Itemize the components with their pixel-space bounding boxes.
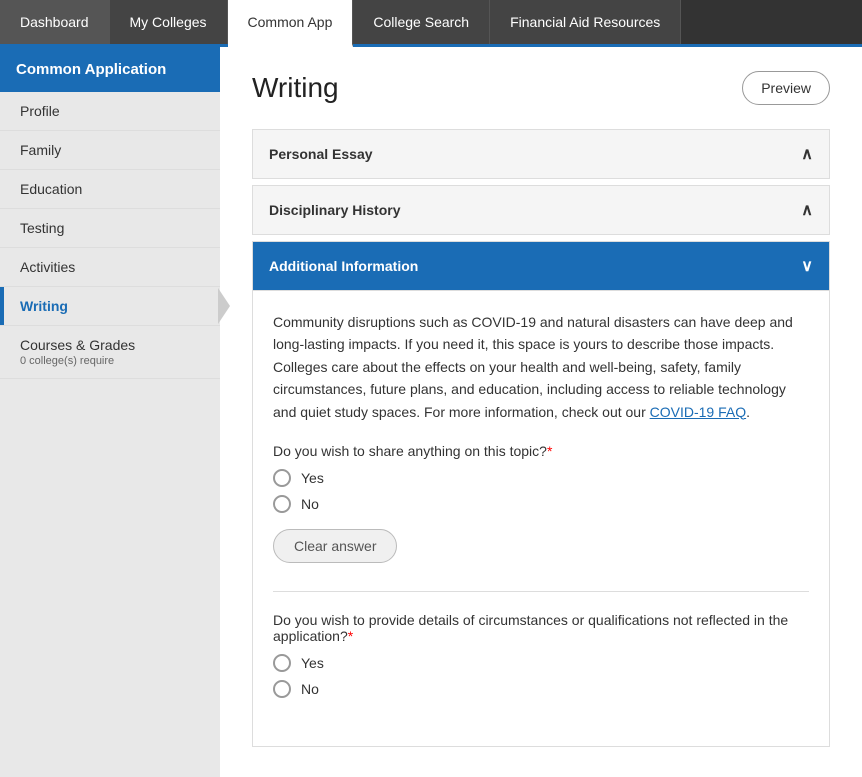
question-block-2: Do you wish to provide details of circum… [273, 612, 809, 698]
divider [273, 591, 809, 592]
radio-circle-yes-1 [273, 469, 291, 487]
tab-college-search[interactable]: College Search [353, 0, 490, 44]
clear-answer-button-1[interactable]: Clear answer [273, 529, 397, 563]
courses-grades-sub: 0 college(s) require [20, 355, 204, 367]
radio-no-1[interactable]: No [273, 495, 809, 513]
accordion-header-personal-essay[interactable]: Personal Essay ∧ [253, 130, 829, 178]
accordion-disciplinary-history: Disciplinary History ∧ [252, 185, 830, 235]
question-label-1: Do you wish to share anything on this to… [273, 443, 809, 459]
sidebar: Common Application Profile Family Educat… [0, 47, 220, 777]
radio-yes-1[interactable]: Yes [273, 469, 809, 487]
sidebar-item-activities[interactable]: Activities [0, 248, 220, 287]
tab-common-app[interactable]: Common App [228, 0, 354, 47]
covid-faq-link[interactable]: COVID-19 FAQ [650, 404, 746, 420]
accordion-title-personal-essay: Personal Essay [269, 146, 373, 162]
accordion-title-additional-info: Additional Information [269, 258, 418, 274]
radio-circle-no-1 [273, 495, 291, 513]
radio-yes-2[interactable]: Yes [273, 654, 809, 672]
radio-circle-no-2 [273, 680, 291, 698]
tab-my-colleges[interactable]: My Colleges [110, 0, 228, 44]
content-header: Writing Preview [252, 71, 830, 105]
accordion-header-additional-info[interactable]: Additional Information ∨ [253, 242, 829, 290]
chevron-personal-essay: ∧ [801, 144, 813, 164]
required-star-1: * [547, 443, 552, 459]
accordion-content-additional-info: Community disruptions such as COVID-19 a… [253, 290, 829, 746]
sidebar-item-education[interactable]: Education [0, 170, 220, 209]
sidebar-item-profile[interactable]: Profile [0, 92, 220, 131]
additional-info-description: Community disruptions such as COVID-19 a… [273, 311, 809, 423]
main-layout: Common Application Profile Family Educat… [0, 47, 862, 777]
sidebar-item-writing[interactable]: Writing [0, 287, 220, 326]
accordion-personal-essay: Personal Essay ∧ [252, 129, 830, 179]
accordion-title-disciplinary-history: Disciplinary History [269, 202, 401, 218]
top-nav: Dashboard My Colleges Common App College… [0, 0, 862, 47]
question-block-1: Do you wish to share anything on this to… [273, 443, 809, 563]
question-label-2: Do you wish to provide details of circum… [273, 612, 809, 644]
chevron-additional-info: ∨ [801, 256, 813, 276]
page-title: Writing [252, 72, 339, 104]
main-content: Writing Preview Personal Essay ∧ Discipl… [220, 47, 862, 777]
chevron-disciplinary-history: ∧ [801, 200, 813, 220]
required-star-2: * [348, 628, 353, 644]
accordion-header-disciplinary-history[interactable]: Disciplinary History ∧ [253, 186, 829, 234]
radio-no-2[interactable]: No [273, 680, 809, 698]
sidebar-item-testing[interactable]: Testing [0, 209, 220, 248]
sidebar-header: Common Application [0, 47, 220, 92]
sidebar-item-courses-grades[interactable]: Courses & Grades 0 college(s) require [0, 326, 220, 379]
sidebar-item-family[interactable]: Family [0, 131, 220, 170]
tab-financial-aid[interactable]: Financial Aid Resources [490, 0, 681, 44]
accordion-additional-info: Additional Information ∨ Community disru… [252, 241, 830, 747]
tab-dashboard[interactable]: Dashboard [0, 0, 110, 44]
preview-button[interactable]: Preview [742, 71, 830, 105]
radio-circle-yes-2 [273, 654, 291, 672]
